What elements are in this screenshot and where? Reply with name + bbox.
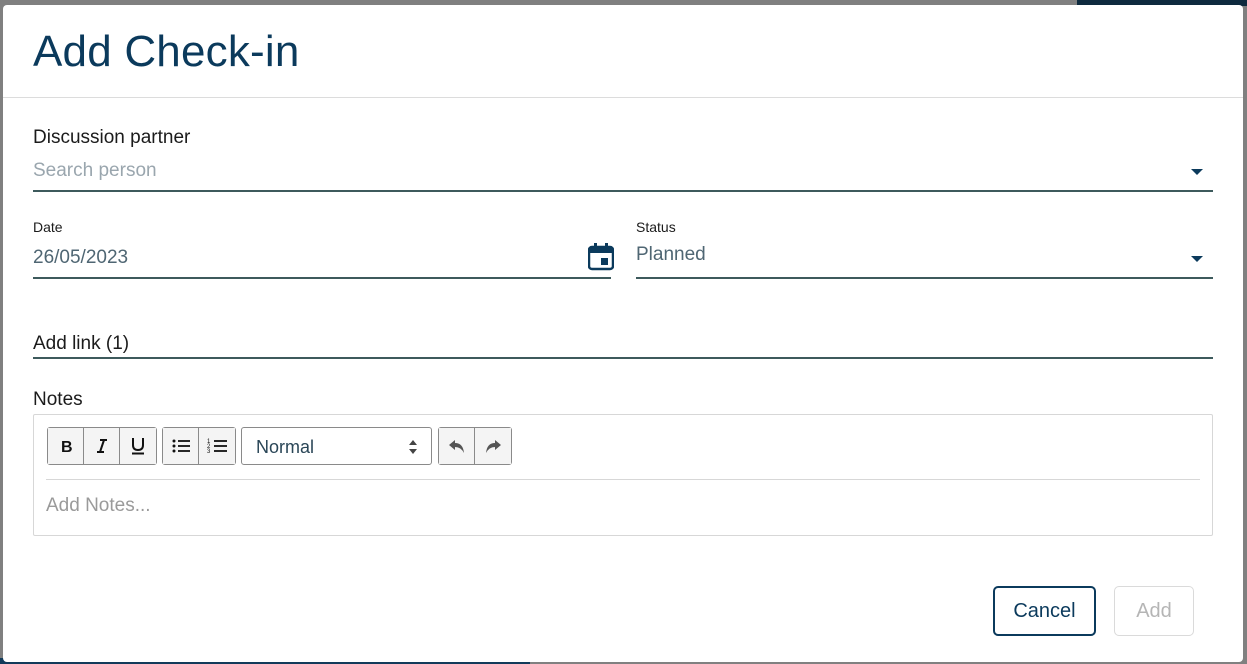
svg-text:B: B	[61, 439, 73, 454]
numbered-list-button[interactable]: 1 2 3	[199, 428, 235, 464]
editor-divider	[46, 479, 1200, 480]
italic-icon	[96, 439, 107, 453]
add-button[interactable]: Add	[1114, 586, 1194, 636]
text-format-select[interactable]: Normal	[241, 427, 432, 465]
numbered-list-icon: 1 2 3	[207, 439, 227, 455]
format-toolbar-group: B	[47, 427, 157, 465]
redo-button[interactable]	[475, 428, 511, 464]
underline-icon	[132, 438, 144, 455]
bold-icon: B	[61, 439, 73, 454]
add-link-label: Add link (1)	[33, 333, 130, 354]
status-label: Status	[636, 219, 676, 235]
discussion-partner-select[interactable]: Search person	[33, 155, 1213, 192]
history-toolbar-group	[438, 427, 512, 465]
bold-button[interactable]: B	[48, 428, 84, 464]
notes-editor: B 1 2 3 Normal Add Notes...	[33, 414, 1213, 536]
undo-button[interactable]	[439, 428, 475, 464]
date-field[interactable]: 26/05/2023	[33, 241, 614, 279]
status-select[interactable]: Planned	[636, 241, 1213, 279]
chevron-down-icon[interactable]	[1191, 256, 1203, 262]
bullet-list-button[interactable]	[163, 428, 199, 464]
calendar-icon[interactable]	[588, 243, 614, 271]
select-arrows-icon	[409, 440, 417, 454]
chevron-down-icon[interactable]	[1191, 169, 1203, 175]
dialog-header: Add Check-in	[3, 5, 1243, 98]
discussion-partner-placeholder: Search person	[33, 160, 157, 181]
svg-text:3: 3	[207, 449, 211, 455]
date-label: Date	[33, 219, 63, 235]
text-format-value: Normal	[256, 437, 315, 457]
cancel-button[interactable]: Cancel	[993, 586, 1096, 636]
italic-button[interactable]	[84, 428, 120, 464]
discussion-partner-label: Discussion partner	[33, 127, 191, 148]
redo-icon	[486, 440, 501, 453]
underline-button[interactable]	[120, 428, 156, 464]
notes-input[interactable]: Add Notes...	[46, 495, 151, 517]
bullet-list-icon	[172, 439, 190, 453]
add-checkin-dialog: Add Check-in Discussion partner Search p…	[3, 5, 1243, 662]
notes-label: Notes	[33, 389, 83, 410]
undo-icon	[448, 440, 464, 453]
add-link-toggle[interactable]: Add link (1)	[33, 330, 1213, 359]
dialog-title: Add Check-in	[33, 27, 300, 76]
status-value: Planned	[636, 244, 706, 265]
date-value: 26/05/2023	[33, 247, 129, 268]
list-toolbar-group: 1 2 3	[162, 427, 236, 465]
